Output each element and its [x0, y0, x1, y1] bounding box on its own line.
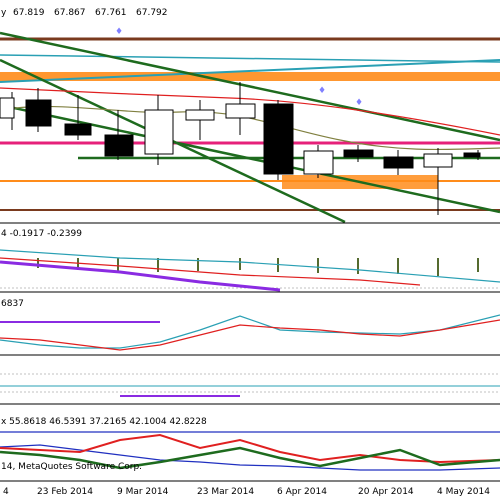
candle-bear[interactable] [263, 103, 294, 175]
candle-bear[interactable] [104, 134, 134, 157]
signal-line-purple[interactable] [0, 260, 281, 292]
adx-red-line[interactable] [0, 433, 500, 464]
indicator-4-values: x 55.8618 46.5391 37.2165 42.1004 42.822… [1, 417, 207, 427]
time-axis: 4 23 Feb 2014 9 Mar 2014 23 Mar 2014 6 A… [0, 480, 500, 497]
ohlc-open: 67.819 [13, 8, 45, 18]
candle-bear[interactable] [463, 152, 481, 158]
candle-bear[interactable] [25, 99, 52, 127]
candle-bear[interactable] [64, 123, 92, 136]
candle-bear[interactable] [343, 149, 374, 158]
candle-bull[interactable] [423, 153, 453, 168]
candle-bull[interactable] [225, 103, 256, 119]
fractal-marker: ♦ [355, 98, 363, 108]
time-axis-label: 6 Apr 2014 [277, 487, 327, 497]
indicator-pane-1[interactable]: 4 -0.1917 -0.2399 [0, 229, 500, 292]
time-axis-label: 9 Mar 2014 [117, 487, 169, 497]
signal-line-teal[interactable] [0, 249, 500, 283]
ohlc-close: 67.792 [136, 8, 168, 18]
candle-bull[interactable] [0, 97, 15, 119]
candle-bear[interactable] [383, 156, 414, 169]
oscillator-red-line[interactable] [0, 319, 500, 351]
indicator-2-values: 6837 [1, 299, 24, 309]
ohlc-high: 67.867 [54, 8, 86, 18]
time-axis-label: 20 Apr 2014 [358, 487, 414, 497]
symbol-suffix: y [1, 8, 7, 18]
indicator-1-values: 4 -0.1917 -0.2399 [1, 229, 82, 239]
indicator-pane-2[interactable]: 6837 [0, 299, 500, 351]
fractal-marker: ♦ [318, 86, 326, 96]
indicator-pane-3[interactable] [0, 373, 500, 397]
chart-canvas[interactable]: ♦ ♦ ♦ y 67.819 67.867 67.761 67.792 4 -0… [0, 0, 500, 500]
fractal-marker: ♦ [115, 27, 123, 37]
candle-bull[interactable] [185, 109, 215, 121]
candle-bull[interactable] [303, 150, 334, 175]
time-axis-label: 4 May 2014 [437, 487, 490, 497]
ohlc-low: 67.761 [95, 8, 127, 18]
copyright-text: 14, MetaQuotes Software Corp. [1, 462, 142, 472]
time-axis-label: 4 [3, 487, 9, 497]
time-axis-label: 23 Mar 2014 [197, 487, 254, 497]
trading-chart-window[interactable]: ♦ ♦ ♦ y 67.819 67.867 67.761 67.792 4 -0… [0, 0, 500, 500]
main-price-pane[interactable]: ♦ ♦ ♦ y 67.819 67.867 67.761 67.792 [0, 0, 500, 224]
indicator-pane-4[interactable]: x 55.8618 46.5391 37.2165 42.1004 42.822… [0, 417, 500, 472]
candle-bull[interactable] [144, 109, 174, 155]
oscillator-teal-line[interactable] [0, 314, 500, 349]
histogram-bars [37, 258, 479, 276]
time-axis-label: 23 Feb 2014 [37, 487, 93, 497]
